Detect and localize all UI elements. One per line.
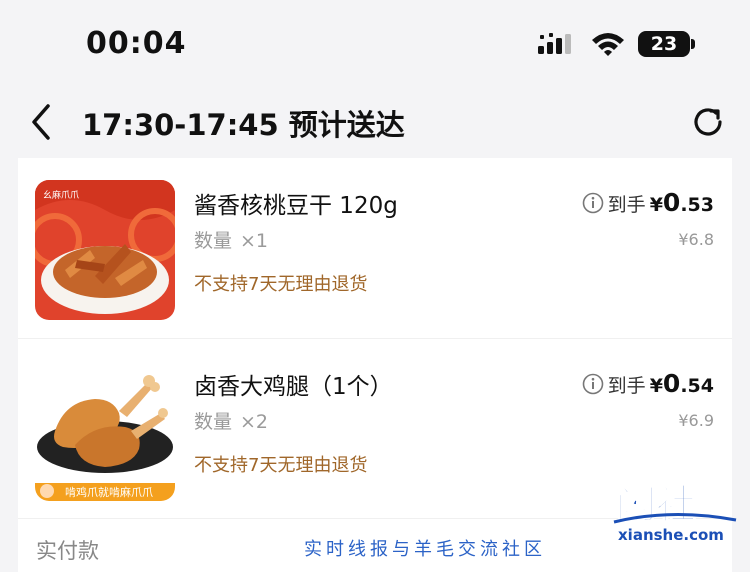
final-price-label: 到手 [607,194,646,216]
final-price: 到手 ¥ 0 .53 [582,188,714,217]
final-price-label: 到手 [607,375,646,397]
item-name: 卤香大鸡腿（1个） [194,374,393,400]
cellular-signal-icon [538,33,571,54]
info-icon[interactable] [582,373,604,395]
currency-symbol: ¥ [649,194,663,216]
price-decimal: .54 [680,375,714,397]
payment-label: 实付款 [36,539,99,563]
battery-tip [691,39,695,49]
chevron-left-icon[interactable] [26,102,58,142]
return-policy-note: 不支持7天无理由退货 [194,455,368,476]
price-decimal: .53 [680,194,714,216]
quantity-value: ×1 [240,230,269,252]
thumb-brand-text: 幺麻爪爪 [43,189,79,201]
status-bar: 00:04 23 [0,0,750,90]
status-time: 00:04 [86,26,187,61]
thumb-banner-text: 啃鸡爪就啃麻爪爪 [65,485,153,499]
refresh-icon[interactable] [690,104,726,140]
price-integer: 0 [662,188,681,217]
quantity-value: ×2 [240,411,269,433]
order-item[interactable]: 幺麻爪爪 酱香核桃豆干 120g 数量 ×1 不支持7天无理由退货 到手 ¥ 0 … [18,158,732,338]
return-policy-note: 不支持7天无理由退货 [194,274,368,295]
item-quantity: 数量 ×1 [194,226,268,253]
info-icon[interactable] [582,192,604,214]
watermark-logo-text: 闲社 [616,482,696,528]
item-name: 酱香核桃豆干 120g [194,193,398,219]
wifi-icon [592,33,624,56]
quantity-label: 数量 [194,411,233,433]
price-integer: 0 [662,369,681,398]
original-price: ¥6.9 [678,411,714,430]
currency-symbol: ¥ [649,375,663,397]
quantity-label: 数量 [194,230,233,252]
nav-bar: 17:30-17:45 预计送达 [0,90,750,158]
battery-icon: 23 [638,31,690,57]
original-price: ¥6.8 [678,230,714,249]
product-image-drumstick[interactable]: 啃鸡爪就啃麻爪爪 [35,361,175,501]
page-title: 17:30-17:45 预计送达 [82,108,405,142]
product-image-tofu[interactable]: 幺麻爪爪 [35,180,175,320]
watermark-site: xianshe.com [618,526,724,544]
final-price: 到手 ¥ 0 .54 [582,369,714,398]
item-quantity: 数量 ×2 [194,407,268,434]
watermark-caption: 实时线报与羊毛交流社区 [304,539,546,560]
